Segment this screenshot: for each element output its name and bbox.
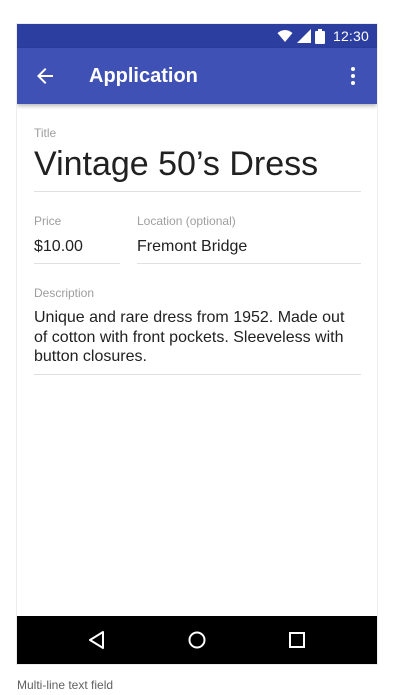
location-underline [137, 263, 361, 264]
status-time: 12:30 [332, 28, 369, 44]
arrow-back-icon[interactable] [33, 64, 57, 88]
description-underline [34, 374, 361, 375]
location-label: Location (optional) [137, 214, 236, 228]
battery-icon [314, 28, 325, 44]
wifi-icon [277, 30, 293, 42]
app-bar: Application [17, 48, 377, 104]
title-label: Title [34, 126, 57, 140]
status-icons: 12:30 [277, 24, 369, 48]
status-bar: 12:30 [17, 24, 377, 48]
description-label: Description [34, 286, 95, 300]
price-label: Price [34, 214, 62, 228]
figure-caption: Multi-line text field [17, 678, 114, 692]
signal-icon [296, 29, 311, 43]
price-field[interactable]: $10.00 [34, 238, 83, 256]
location-field[interactable]: Fremont Bridge [137, 238, 247, 256]
app-title: Application [89, 65, 198, 87]
price-underline [34, 263, 120, 264]
home-circle-icon[interactable] [185, 628, 209, 652]
title-field[interactable]: Vintage 50’s Dress [34, 145, 318, 184]
form-content: Title Vintage 50’s Dress Price $10.00 Lo… [17, 104, 377, 616]
title-underline [34, 191, 361, 192]
description-field[interactable]: Unique and rare dress from 1952. Made ou… [34, 308, 360, 367]
navigation-bar [17, 616, 377, 664]
recents-square-icon[interactable] [285, 628, 309, 652]
back-triangle-icon[interactable] [85, 628, 109, 652]
more-vert-icon[interactable] [341, 64, 365, 88]
phone-frame: 12:30 Application Title Vintage 50’s Dre… [17, 24, 377, 664]
